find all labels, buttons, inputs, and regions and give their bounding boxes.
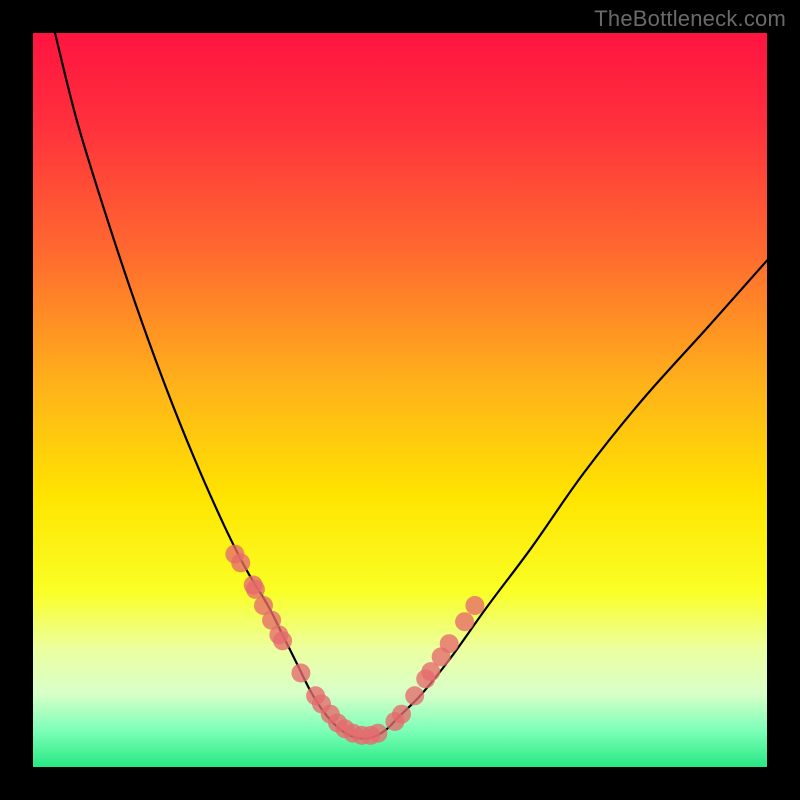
marker-point [369, 724, 388, 743]
marker-point [246, 580, 265, 599]
marker-point [291, 664, 310, 683]
marker-point [455, 612, 474, 631]
watermark-text: TheBottleneck.com [594, 6, 786, 32]
plot-area [33, 33, 767, 767]
chart-svg [33, 33, 767, 767]
bottleneck-curve [55, 33, 767, 739]
curve-markers [225, 545, 484, 745]
marker-point [392, 705, 411, 724]
marker-point [231, 553, 250, 572]
marker-point [440, 634, 459, 653]
marker-point [405, 686, 424, 705]
outer-frame: TheBottleneck.com [0, 0, 800, 800]
marker-point [465, 596, 484, 615]
marker-point [273, 631, 292, 650]
